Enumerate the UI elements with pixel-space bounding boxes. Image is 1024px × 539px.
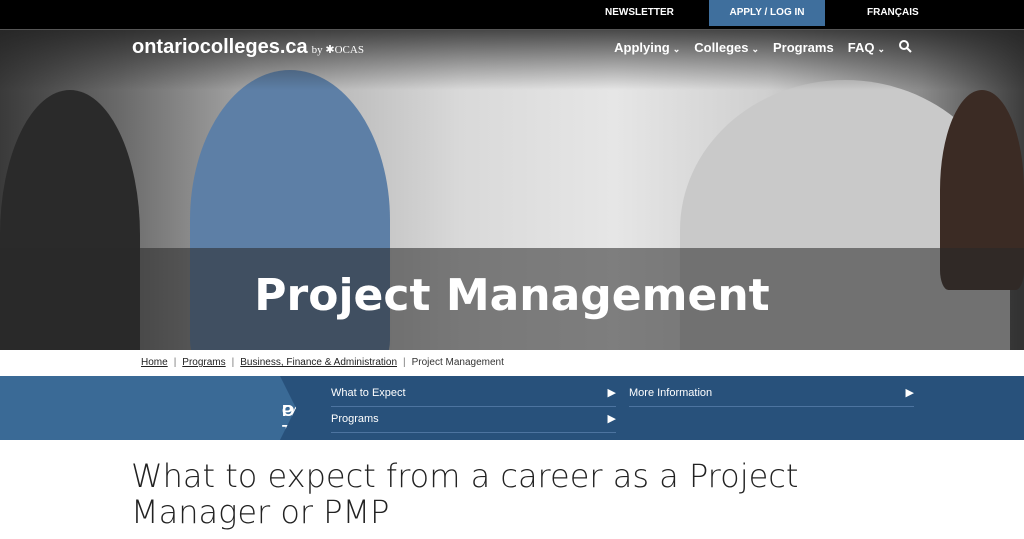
label-line: PAGE [282, 403, 327, 420]
nav-faq[interactable]: FAQ ⌄ [848, 40, 885, 56]
on-this-page-label: ON THIS PAGE [0, 376, 296, 440]
search-icon[interactable] [899, 40, 912, 56]
link-label: More Information [629, 387, 713, 399]
chevron-down-icon: ⌄ [877, 44, 885, 54]
breadcrumb: Home | Programs | Business, Finance & Admini… [0, 350, 1024, 376]
breadcrumb-home[interactable]: Home [141, 357, 168, 368]
nav-colleges[interactable]: Colleges ⌄ [694, 40, 759, 56]
link-what-to-expect[interactable]: What to Expect ▶ [331, 382, 616, 407]
nav-label: FAQ [847, 40, 875, 55]
main-nav: Applying ⌄ Colleges ⌄ Programs FAQ ⌄ [614, 40, 912, 56]
nav-label: Programs [773, 40, 834, 55]
ocas-logo: by ✱OCAS [311, 44, 364, 56]
breadcrumb-separator: | [173, 357, 177, 368]
page-title: Project Management [254, 270, 770, 321]
breadcrumb-separator: | [403, 357, 406, 368]
link-programs[interactable]: Programs ▶ [331, 408, 616, 433]
breadcrumb-category[interactable]: Business, Finance & Administration [240, 357, 397, 368]
hero-banner: ontariocolleges.ca by ✱OCAS Applying ⌄ Col… [0, 30, 1024, 350]
breadcrumb-separator: | [231, 357, 235, 368]
apply-login-button[interactable]: APPLY / LOG IN [709, 0, 825, 26]
link-label: Programs [331, 413, 379, 425]
link-label: What to Expect [331, 387, 406, 399]
logo-text: ontariocolleges.ca [132, 36, 308, 58]
link-more-information[interactable]: More Information ▶ [629, 382, 914, 407]
nav-applying[interactable]: Applying ⌄ [614, 40, 680, 56]
breadcrumb-current: Project Management [411, 357, 504, 368]
section-heading: What to expect from a career as a Projec… [131, 457, 799, 531]
triangle-right-icon: ▶ [905, 387, 914, 399]
site-logo[interactable]: ontariocolleges.ca by ✱OCAS [132, 36, 364, 59]
newsletter-link[interactable]: NEWSLETTER [605, 0, 674, 26]
nav-label: Colleges [694, 40, 749, 55]
triangle-right-icon: ▶ [607, 387, 616, 399]
francais-link[interactable]: FRANÇAIS [867, 0, 919, 26]
triangle-right-icon: ▶ [607, 413, 616, 425]
chevron-down-icon: ⌄ [751, 44, 760, 54]
nav-programs[interactable]: Programs [773, 40, 834, 56]
chevron-down-icon: ⌄ [672, 44, 681, 54]
nav-label: Applying [614, 40, 670, 55]
top-bar: NEWSLETTER APPLY / LOG IN FRANÇAIS [0, 0, 1024, 30]
breadcrumb-programs[interactable]: Programs [182, 357, 225, 368]
on-this-page-nav: ON THIS PAGE What to Expect ▶ Programs ▶ Mo… [0, 376, 1024, 440]
